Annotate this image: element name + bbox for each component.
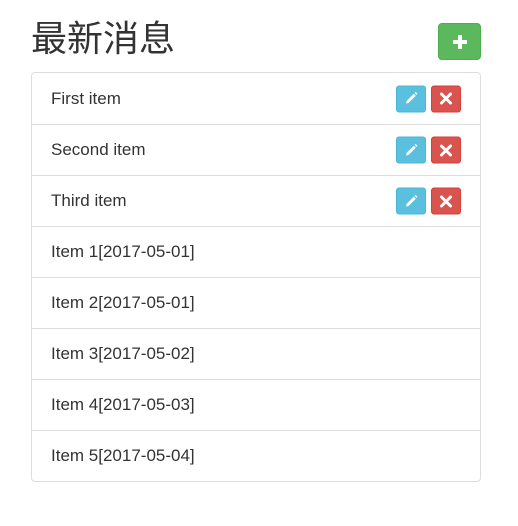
edit-button[interactable] xyxy=(396,187,426,215)
item-actions xyxy=(396,187,461,215)
list-item: First item xyxy=(32,73,480,124)
list-item: Second item xyxy=(32,124,480,175)
delete-button[interactable] xyxy=(431,136,461,164)
list-item-label: Item 4[2017-05-03] xyxy=(51,395,195,414)
page-header: 最新消息 xyxy=(31,12,481,68)
list-item: Item 2[2017-05-01] xyxy=(32,277,480,328)
item-actions xyxy=(396,85,461,112)
plus-icon xyxy=(452,34,467,49)
delete-button[interactable] xyxy=(431,85,461,112)
close-icon xyxy=(440,92,452,105)
list-item-label: Item 2[2017-05-01] xyxy=(51,293,195,312)
list-item-label: Item 1[2017-05-01] xyxy=(51,242,195,261)
list-item: Third item xyxy=(32,175,480,226)
list-item-label: Item 5[2017-05-04] xyxy=(51,446,195,465)
add-item-button[interactable] xyxy=(438,23,481,60)
list-item-label: Item 3[2017-05-02] xyxy=(51,344,195,363)
pencil-icon xyxy=(404,194,418,208)
edit-button[interactable] xyxy=(396,85,426,112)
close-icon xyxy=(440,144,452,156)
list-item: Item 3[2017-05-02] xyxy=(32,328,480,379)
news-page: 最新消息 First item Second item Third item I… xyxy=(0,0,518,526)
news-list: First item Second item Third item Item 1… xyxy=(31,72,481,482)
pencil-icon xyxy=(404,91,418,106)
list-item-label: Third item xyxy=(51,191,127,210)
list-item: Item 4[2017-05-03] xyxy=(32,379,480,430)
list-item-label: First item xyxy=(51,88,121,108)
list-item: Item 1[2017-05-01] xyxy=(32,226,480,277)
page-title: 最新消息 xyxy=(31,19,176,60)
list-item-label: Second item xyxy=(51,140,146,159)
close-icon xyxy=(440,195,452,207)
list-item: Item 5[2017-05-04] xyxy=(32,430,480,481)
delete-button[interactable] xyxy=(431,187,461,215)
edit-button[interactable] xyxy=(396,136,426,164)
pencil-icon xyxy=(404,143,418,157)
item-actions xyxy=(396,136,461,164)
